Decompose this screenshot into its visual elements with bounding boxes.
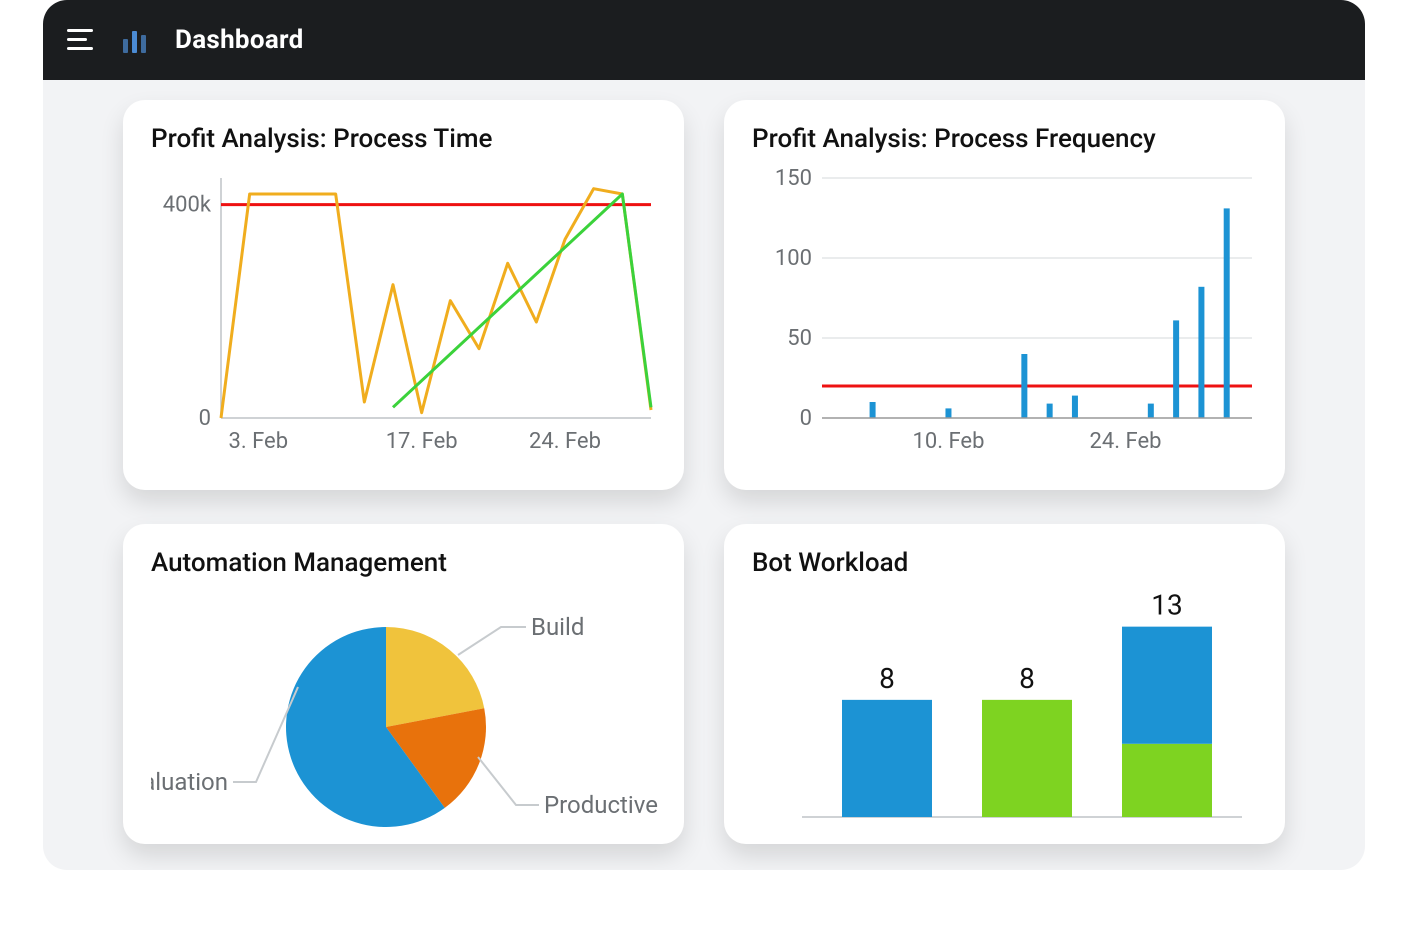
card-title: Bot Workload: [752, 548, 1257, 578]
svg-text:150: 150: [775, 168, 812, 191]
svg-text:8: 8: [879, 662, 895, 695]
svg-text:50: 50: [787, 326, 812, 351]
svg-text:24. Feb: 24. Feb: [1090, 429, 1162, 454]
card-process-frequency: Profit Analysis: Process Frequency 0 50 10…: [724, 100, 1285, 490]
app-frame: Dashboard Profit Analysis: Process Time …: [43, 0, 1365, 870]
card-title: Automation Management: [151, 548, 656, 578]
topbar: Dashboard: [43, 0, 1365, 80]
chart-automation-pie: Build Productive Evaluation: [151, 592, 661, 832]
card-automation: Automation Management Build Productive Eva…: [123, 524, 684, 844]
chart-process-frequency: 0 50 100 150 10. Feb 24. Feb: [752, 168, 1262, 468]
svg-text:100: 100: [775, 246, 812, 271]
card-title: Profit Analysis: Process Frequency: [752, 124, 1257, 154]
dashboard-grid: Profit Analysis: Process Time 0 400k 3. Fe…: [123, 100, 1285, 870]
page-title: Dashboard: [175, 25, 304, 55]
logo-bars-icon: [123, 27, 149, 53]
chart-bot-workload: 8 8 13: [752, 592, 1262, 832]
svg-text:0: 0: [800, 406, 812, 431]
menu-icon[interactable]: [67, 29, 97, 51]
card-title: Profit Analysis: Process Time: [151, 124, 656, 154]
svg-text:3. Feb: 3. Feb: [228, 429, 288, 454]
card-process-time: Profit Analysis: Process Time 0 400k 3. Fe…: [123, 100, 684, 490]
svg-text:Productive: Productive: [544, 791, 658, 819]
card-bot-workload: Bot Workload 8 8 13: [724, 524, 1285, 844]
svg-text:8: 8: [1019, 662, 1035, 695]
svg-text:0: 0: [199, 406, 211, 431]
svg-text:Build: Build: [531, 613, 584, 641]
svg-text:13: 13: [1151, 592, 1182, 622]
svg-text:17. Feb: 17. Feb: [386, 429, 458, 454]
svg-text:24. Feb: 24. Feb: [529, 429, 601, 454]
svg-text:10. Feb: 10. Feb: [912, 429, 984, 454]
svg-text:400k: 400k: [163, 193, 212, 218]
chart-process-time: 0 400k 3. Feb 17. Feb 24. Feb: [151, 168, 661, 468]
svg-text:Evaluation: Evaluation: [151, 768, 228, 796]
